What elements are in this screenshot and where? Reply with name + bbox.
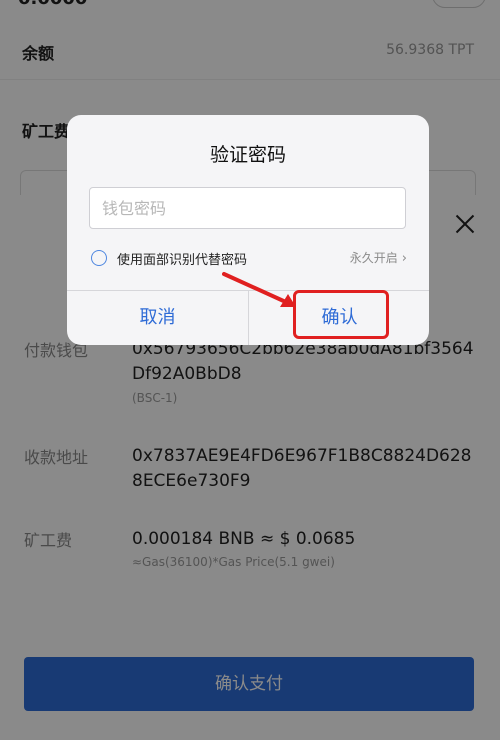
dim-overlay	[0, 0, 500, 740]
password-input[interactable]	[89, 187, 406, 229]
face-id-enable-text: 永久开启	[349, 251, 398, 265]
chevron-right-icon: ›	[401, 251, 407, 266]
face-id-enable-link[interactable]: 永久开启 ›	[350, 249, 407, 266]
face-id-radio[interactable]	[91, 250, 107, 266]
face-id-label: 使用面部识别代替密码	[117, 253, 248, 268]
cancel-button[interactable]: 取消	[67, 291, 248, 345]
confirm-highlight-box	[293, 290, 389, 339]
pointer-arrow-icon	[222, 272, 296, 307]
dialog-title: 验证密码	[209, 144, 286, 166]
